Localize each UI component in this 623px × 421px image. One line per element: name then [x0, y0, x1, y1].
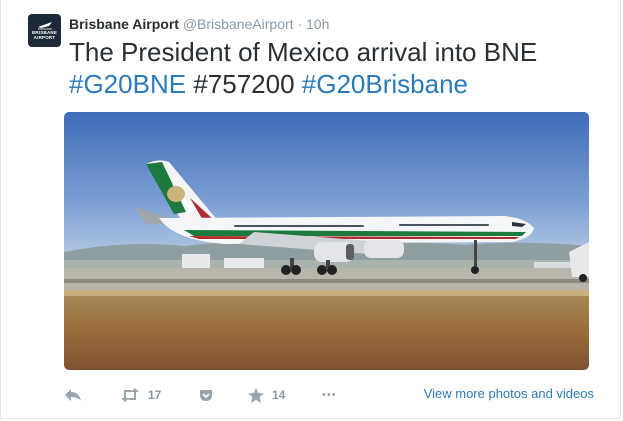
tweet-text: The President of Mexico arrival into BNE…	[69, 36, 599, 100]
avatar[interactable]: BRISBANE AIRPORT	[28, 14, 61, 47]
save-button[interactable]	[199, 384, 213, 406]
tweet-plain-tag: #757200	[193, 69, 295, 99]
more-options-button[interactable]: •••	[322, 384, 337, 406]
hashtag-g20brisbane[interactable]: #G20Brisbane	[302, 69, 468, 99]
plane-logo-icon	[37, 22, 52, 30]
hashtag-g20bne[interactable]: #G20BNE	[69, 69, 186, 99]
star-icon	[248, 387, 264, 403]
pocket-icon	[200, 390, 212, 401]
reply-button[interactable]	[64, 384, 82, 406]
retweet-button[interactable]: 17	[120, 384, 161, 406]
airplane-photo	[64, 112, 589, 370]
account-name[interactable]: Brisbane Airport	[69, 16, 179, 32]
reply-icon	[65, 389, 81, 401]
retweet-count: 17	[148, 388, 162, 402]
retweet-icon	[121, 388, 139, 402]
favorite-button[interactable]: 14	[248, 384, 285, 406]
account-handle[interactable]: @BrisbaneAirport	[183, 16, 294, 32]
more-dots-icon: •••	[322, 389, 337, 401]
separator-dot: ·	[297, 16, 303, 32]
avatar-text-line2: AIRPORT	[33, 35, 56, 40]
favorite-count: 14	[272, 388, 286, 402]
tweet-body-text: The President of Mexico arrival into BNE	[69, 37, 538, 67]
view-more-photos-link[interactable]: View more photos and videos	[424, 386, 594, 401]
tweet-photo[interactable]	[64, 112, 589, 370]
tweet-actions: 17 14 ••• View more photos and videos	[64, 384, 594, 406]
tweet-card: BRISBANE AIRPORT Brisbane Airport @Brisb…	[0, 0, 621, 419]
tweet-timestamp[interactable]: 10h	[306, 16, 329, 32]
tweet-header: Brisbane Airport @BrisbaneAirport · 10h	[69, 15, 329, 33]
